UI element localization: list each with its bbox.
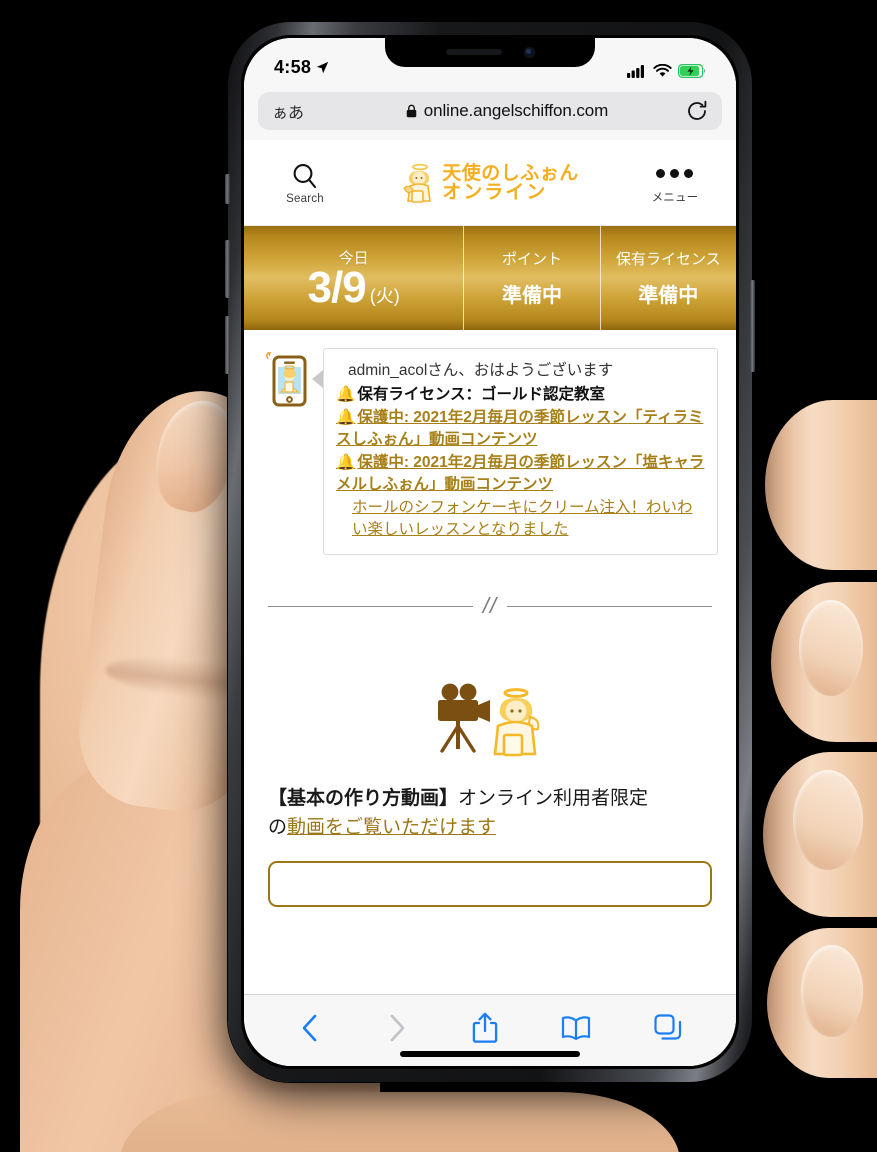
battery-charging-icon xyxy=(678,64,706,78)
license-block: 保有ライセンス 準備中 xyxy=(599,226,736,330)
points-label: ポイント xyxy=(501,251,562,268)
browser-url-bar-container: ぁあ online.angelschiffon.com xyxy=(244,84,736,140)
message-line-license: 🔔 保有ライセンス：ゴールド認定教室 xyxy=(336,386,606,404)
bookmarks-book-icon[interactable] xyxy=(560,1014,592,1042)
forward-chevron-icon[interactable] xyxy=(384,1012,410,1044)
points-value: 準備中 xyxy=(501,285,562,307)
back-chevron-icon[interactable] xyxy=(297,1012,323,1044)
url-display[interactable]: online.angelschiffon.com xyxy=(328,101,686,121)
location-arrow-icon xyxy=(317,61,329,74)
promo-line2-prefix: の xyxy=(268,817,288,839)
today-date-block: 今日 3/9 (火) xyxy=(244,226,463,330)
message-tail xyxy=(312,370,323,388)
section-divider: // xyxy=(268,593,713,619)
menu-button[interactable]: メニュー xyxy=(636,161,714,205)
reload-icon[interactable] xyxy=(686,100,708,122)
points-block: ポイント 準備中 xyxy=(463,226,599,330)
phone-bezel: 4:58 ぁあ online.angelschiffon.com Search … xyxy=(241,35,739,1069)
volume-up-button[interactable] xyxy=(225,240,230,298)
promo-video-link[interactable]: 動画をご覧いただけます xyxy=(287,817,496,838)
hand-nail-4 xyxy=(801,945,863,1037)
hand-finger-1 xyxy=(765,400,877,570)
message-line-description[interactable]: ホールのシフォンケーキにクリーム注入！わいわい楽しいレッスンとなりました xyxy=(336,497,707,541)
site-logo[interactable]: 天使のしふぉん オンライン xyxy=(401,162,579,204)
gold-status-banner: 今日 3/9 (火) ポイント 準備中 保有ライセンス 準備中 xyxy=(244,226,736,330)
date-value-group: 3/9 (火) xyxy=(307,262,400,312)
angel-logo-icon xyxy=(403,163,432,203)
search-icon xyxy=(293,163,317,188)
volume-down-button[interactable] xyxy=(225,316,230,374)
menu-label: メニュー xyxy=(651,191,699,204)
phone-screen: 4:58 ぁあ online.angelschiffon.com Search … xyxy=(244,38,736,1066)
hand-finger-2 xyxy=(771,582,877,742)
bell-icon: 🔔 xyxy=(336,386,356,404)
share-icon[interactable] xyxy=(471,1011,499,1045)
browser-url-bar[interactable]: ぁあ online.angelschiffon.com xyxy=(258,92,722,130)
promo-title-bold: 【基本の作り方動画】 xyxy=(268,788,459,810)
three-dots-icon xyxy=(656,161,694,187)
status-bar-indicators xyxy=(627,64,706,78)
status-bar-time: 4:58 xyxy=(274,57,312,77)
tabs-icon[interactable] xyxy=(653,1013,683,1043)
status-bar: 4:58 xyxy=(244,38,736,84)
bell-icon: 🔔 xyxy=(336,454,356,472)
notch xyxy=(385,38,595,67)
message-line-link-1[interactable]: 🔔 保護中: 2021年2月毎月の季節レッスン「ティラミスしふぉん」動画コンテンツ xyxy=(336,407,707,451)
web-page-content: Search 天使のしふぉん オンライン メニュー 今日 3/9 (火) ポイン… xyxy=(244,140,736,994)
hand-nail-3 xyxy=(793,770,863,870)
site-header: Search 天使のしふぉん オンライン メニュー xyxy=(244,140,736,226)
bell-icon: 🔔 xyxy=(336,409,356,427)
date-value: 3/9 xyxy=(307,262,367,312)
promo-title-rest: オンライン利用者限定 xyxy=(458,788,649,810)
divider-line-right xyxy=(507,605,713,607)
lock-icon xyxy=(406,104,417,118)
hand-bottom xyxy=(120,1092,680,1152)
logo-sub-text: オンライン xyxy=(442,181,548,203)
wifi-icon xyxy=(653,64,672,77)
message-line-link-2[interactable]: 🔔 保護中: 2021年2月毎月の季節レッスン「塩キャラメルしふぉん」動画コンテン… xyxy=(336,452,707,496)
text-size-button[interactable]: ぁあ xyxy=(272,99,328,123)
front-camera-icon xyxy=(523,46,535,58)
greeting-text: admin_acolさん、おはようございます xyxy=(348,362,614,379)
power-button[interactable] xyxy=(750,280,755,372)
iphone-device: 4:58 ぁあ online.angelschiffon.com Search … xyxy=(225,22,755,1082)
hand-finger-3 xyxy=(763,752,877,917)
notification-message-box: admin_acolさん、おはようございます 🔔 保有ライセンス：ゴールド認定教室… xyxy=(323,348,718,556)
notification-message-row: admin_acolさん、おはようございます 🔔 保有ライセンス：ゴールド認定教室… xyxy=(244,330,736,556)
earpiece-speaker xyxy=(445,49,502,55)
movie-camera-angel-icon xyxy=(438,683,540,757)
gold-outlined-card[interactable] xyxy=(268,861,712,907)
screenshot-stage: 4:58 ぁあ online.angelschiffon.com Search … xyxy=(0,0,877,1152)
divider-line-left xyxy=(268,605,473,607)
url-text: online.angelschiffon.com xyxy=(423,101,609,120)
divider-mark: // xyxy=(482,593,498,619)
mute-switch[interactable] xyxy=(225,174,230,204)
license-value: 準備中 xyxy=(638,285,699,307)
logo-text: 天使のしふぉん オンライン xyxy=(442,164,579,202)
hand-nail-2 xyxy=(799,600,863,696)
hand-finger-4 xyxy=(767,928,877,1078)
home-indicator[interactable] xyxy=(400,1051,580,1057)
search-button[interactable]: Search xyxy=(266,161,344,205)
search-label: Search xyxy=(286,192,324,205)
day-of-week: (火) xyxy=(369,285,400,306)
promo-text: 【基本の作り方動画】オンライン利用者限定 の動画をご覧いただけます xyxy=(244,759,736,843)
smartphone-angel-icon xyxy=(266,352,312,408)
logo-main-text: 天使のしふぉん xyxy=(442,162,579,184)
license-label: 保有ライセンス xyxy=(615,251,721,268)
cellular-signal-icon xyxy=(627,65,644,78)
status-bar-time-group: 4:58 xyxy=(274,57,329,78)
